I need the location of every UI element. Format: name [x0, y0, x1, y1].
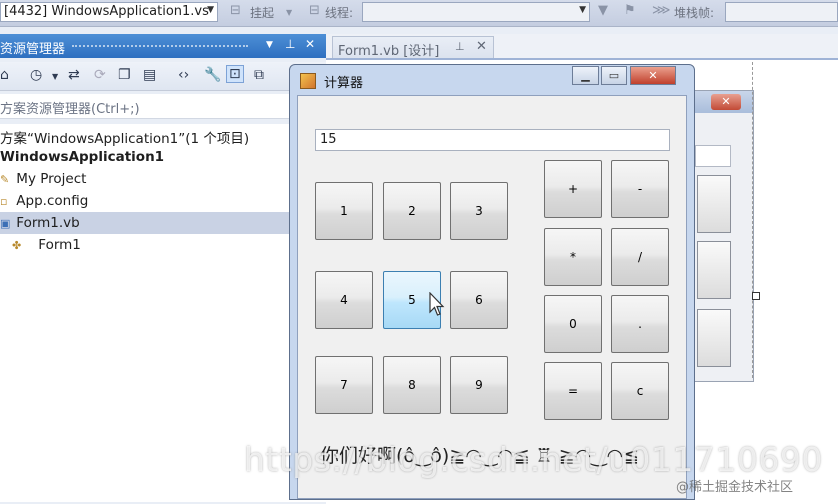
calculator-display[interactable]: 15	[315, 129, 670, 151]
calculator-titlebar[interactable]: 计算器 ▁ ▭ ✕	[290, 65, 694, 95]
key-6[interactable]: 6	[450, 271, 508, 329]
suspend-label: 挂起	[250, 6, 275, 20]
history-icon[interactable]: ◷	[30, 67, 42, 83]
refresh-icon[interactable]: ⟳	[94, 67, 106, 83]
thread-icon: ⊟	[309, 3, 320, 18]
stack-icon: ⋙	[652, 3, 671, 18]
key-clear[interactable]: c	[611, 362, 669, 420]
thread-combo[interactable]: ▼	[362, 2, 590, 22]
design-form-key	[697, 309, 731, 367]
key-4[interactable]: 4	[315, 271, 373, 329]
key-8[interactable]: 8	[383, 356, 441, 414]
key-decimal[interactable]: .	[611, 295, 669, 353]
solution-explorer-toolbar: ⌂ ◷ ▼ ⇄ ⟳ ❐ ▤ ‹› 🔧 ⊡ ⧉	[0, 62, 326, 91]
form-file-icon: ▣	[0, 217, 11, 230]
wrench-icon: ✎	[0, 173, 10, 186]
pin-icon[interactable]: ⊥	[455, 40, 465, 53]
chevron-down-icon[interactable]: ▼	[52, 72, 58, 81]
display-value: 15	[320, 132, 337, 147]
chevron-down-icon: ▼	[579, 5, 586, 15]
design-form-titlebar: ✕	[691, 91, 753, 113]
chevron-down-icon: ▼	[207, 5, 214, 15]
view-code-icon[interactable]: ‹›	[178, 67, 189, 83]
chevron-down-icon[interactable]: ▼	[286, 8, 292, 17]
tab-form1-designer[interactable]: Form1.vb [设计] ⊥ ✕	[332, 36, 494, 59]
key-3[interactable]: 3	[450, 182, 508, 240]
key-minus[interactable]: -	[611, 160, 669, 218]
collapse-icon[interactable]: ❐	[118, 67, 131, 83]
stack-label: 堆栈帧:	[674, 6, 715, 20]
minimize-button[interactable]: ▁	[572, 66, 599, 85]
tree-item-my-project[interactable]: ✎ My Project	[0, 171, 86, 193]
class-diagram-icon[interactable]: ⧉	[254, 67, 264, 83]
tree-item-form1-vb[interactable]: ▣ Form1.vb	[0, 215, 80, 237]
solution-search-placeholder: 方案资源管理器(Ctrl+;)	[0, 102, 140, 117]
process-combo[interactable]: [4432] WindowsApplication1.vs ▼	[0, 2, 218, 22]
key-divide[interactable]: /	[611, 228, 669, 286]
close-icon: ✕	[711, 94, 741, 110]
key-equals[interactable]: =	[544, 362, 602, 420]
resize-handle[interactable]	[752, 292, 760, 300]
sync-icon[interactable]: ⇄	[68, 67, 80, 83]
calculator-client-area: 15 1 2 3 4 5 6 7 8 9 + - * / 0 . = c 你们好…	[297, 95, 687, 499]
solution-explorer-title: 资源管理器	[0, 42, 66, 57]
mouse-cursor-icon	[429, 292, 445, 316]
show-all-files-icon[interactable]: ▤	[143, 67, 156, 83]
key-plus[interactable]: +	[544, 160, 602, 218]
close-button[interactable]: ✕	[630, 66, 676, 85]
key-multiply[interactable]: *	[544, 228, 602, 286]
flag-icon[interactable]: ⚑	[624, 3, 636, 18]
design-form-preview: ✕	[690, 90, 754, 382]
suspend-icon[interactable]: ⊟	[230, 3, 241, 18]
design-form-display	[695, 145, 731, 167]
solution-search-box[interactable]: 方案资源管理器(Ctrl+;)	[0, 94, 326, 119]
view-designer-icon[interactable]: ⊡	[226, 65, 244, 83]
pin-icon[interactable]: ⊥	[285, 37, 295, 51]
chevron-down-icon[interactable]: ▼	[266, 40, 273, 50]
watermark-brand: @稀土掘金技术社区	[676, 480, 794, 495]
filter-icon[interactable]: ▼	[598, 3, 608, 18]
calculator-title: 计算器	[324, 76, 364, 91]
thread-label: 线程:	[325, 6, 354, 20]
home-icon[interactable]: ⌂	[0, 67, 9, 83]
design-form-key	[697, 175, 731, 233]
tree-item-solution[interactable]: 方案“WindowsApplication1”(1 个项目)	[0, 127, 249, 149]
key-7[interactable]: 7	[315, 356, 373, 414]
selection-border	[752, 62, 753, 378]
tree-item-project[interactable]: WindowsApplication1	[0, 149, 164, 171]
maximize-button[interactable]: ▭	[601, 66, 627, 85]
tree-item-app-config[interactable]: ▫ App.config	[0, 193, 88, 215]
key-2[interactable]: 2	[383, 182, 441, 240]
debug-toolbar: [4432] WindowsApplication1.vs ▼ ⊟ 挂起 ▼ ⊟…	[0, 0, 838, 27]
properties-icon[interactable]: 🔧	[204, 67, 221, 83]
config-file-icon: ▫	[0, 195, 8, 208]
watermark-url: https://blog.csdn.net/u011710690	[244, 440, 823, 479]
app-icon	[300, 73, 316, 89]
solution-explorer-titlebar: 资源管理器 ▼ ⊥ ✕	[0, 34, 326, 58]
key-0[interactable]: 0	[544, 295, 602, 353]
design-form-key	[697, 241, 731, 299]
stack-frame-combo[interactable]	[725, 2, 838, 22]
class-icon: ✤	[12, 239, 22, 252]
key-1[interactable]: 1	[315, 182, 373, 240]
key-9[interactable]: 9	[450, 356, 508, 414]
close-icon[interactable]: ✕	[476, 39, 487, 54]
calculator-window: 计算器 ▁ ▭ ✕ 15 1 2 3 4 5 6 7 8 9 + - * / 0…	[289, 64, 695, 500]
tree-item-form1-class[interactable]: ✤ Form1	[12, 237, 81, 259]
close-icon[interactable]: ✕	[305, 37, 315, 51]
